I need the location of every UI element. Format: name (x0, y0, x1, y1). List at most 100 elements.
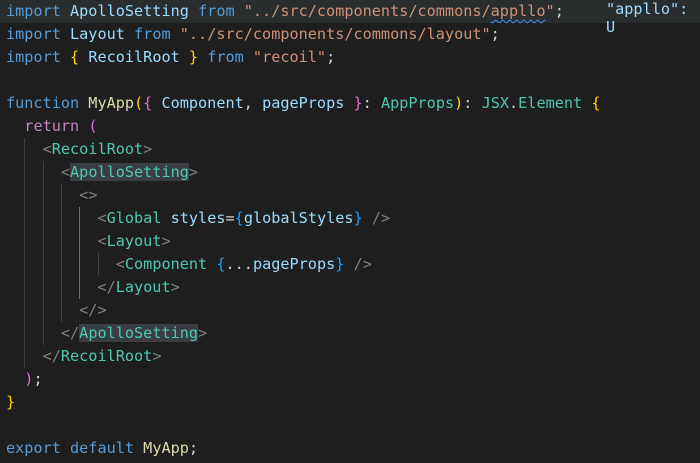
code-token: "recoil" (252, 48, 327, 66)
code-token: JSX (481, 94, 509, 112)
code-line[interactable]: <Component {...pageProps} /> (0, 253, 700, 276)
code-line[interactable]: return ( (0, 115, 700, 138)
inline-error-hint-text: "appllo": U (606, 0, 689, 36)
code-line[interactable]: <> (0, 184, 700, 207)
code-token: : (463, 94, 482, 112)
code-line[interactable]: <Layout> (0, 230, 700, 253)
code-token: MyApp (88, 94, 135, 112)
code-token: > (188, 163, 199, 181)
code-token: ) (454, 94, 464, 112)
code-token: Layout (106, 232, 162, 250)
code-token: < (60, 163, 71, 181)
code-token: ApolloSetting (79, 324, 199, 342)
code-token: </ (60, 324, 80, 342)
code-token: } (6, 393, 16, 411)
code-token: function (6, 94, 89, 112)
code-token: /> (371, 209, 391, 227)
code-token: import (6, 2, 71, 20)
code-line[interactable]: </ApolloSetting> (0, 322, 700, 345)
code-line[interactable]: } (0, 391, 700, 414)
code-token: ; (188, 439, 199, 457)
code-token: > (198, 324, 208, 342)
code-token: /> (353, 255, 372, 273)
code-token: Component (161, 94, 244, 112)
code-token: < (42, 140, 52, 158)
code-editor[interactable]: import ApolloSetting from "../src/compon… (0, 0, 700, 463)
code-line[interactable] (0, 414, 700, 437)
code-line[interactable]: </RecoilRoot> (0, 345, 700, 368)
code-line[interactable] (0, 69, 700, 92)
code-line[interactable]: import ApolloSetting from "../src/compon… (0, 0, 700, 23)
code-line[interactable]: <Global styles={globalStyles} /> (0, 207, 700, 230)
code-line[interactable]: export default MyApp; (0, 437, 700, 460)
code-token: ... (225, 255, 253, 273)
code-token: ApolloSetting (70, 163, 189, 181)
code-token: , (243, 94, 263, 112)
code-token: ; (326, 48, 336, 66)
code-token: < (115, 255, 125, 273)
code-token: = (225, 209, 235, 227)
code-token: { (591, 94, 601, 112)
code-line[interactable]: ); (0, 368, 700, 391)
code-token: from (124, 25, 180, 43)
code-line[interactable]: import Layout from "../src/components/co… (0, 23, 700, 46)
code-token: ( (134, 94, 144, 112)
code-token: > (161, 232, 171, 250)
code-token: Element (518, 94, 583, 112)
code-token: export (6, 439, 71, 457)
code-token: Layout (70, 25, 125, 43)
code-token: ; (490, 25, 500, 43)
code-token: from (198, 48, 253, 66)
inline-error-hint: "appllo": U (606, 0, 700, 36)
code-token: default (70, 439, 144, 457)
code-token: AppProps (380, 94, 455, 112)
code-token: } (344, 94, 363, 112)
code-line[interactable]: </Layout> (0, 276, 700, 299)
code-line[interactable]: function MyApp({ Component, pageProps }:… (0, 92, 700, 115)
code-token: } (179, 48, 199, 66)
code-line[interactable]: import { RecoilRoot } from "recoil"; (0, 46, 700, 69)
code-token: import (6, 48, 71, 66)
code-token: appllo (490, 2, 546, 20)
code-token: pageProps (262, 94, 345, 112)
code-token: import (6, 25, 71, 43)
code-token: MyApp (143, 439, 189, 457)
code-token: . (509, 94, 519, 112)
code-token: RecoilRoot (60, 347, 153, 365)
code-token: { (70, 48, 89, 66)
code-token: ( (88, 117, 98, 135)
code-line[interactable]: </> (0, 299, 700, 322)
code-line[interactable]: <ApolloSetting> (0, 161, 700, 184)
code-token: " (545, 2, 555, 20)
code-token: ; (554, 2, 564, 20)
code-token: { (143, 94, 162, 112)
code-token: < (97, 209, 107, 227)
code-token: Layout (115, 278, 171, 296)
code-token: RecoilRoot (88, 48, 180, 66)
code-token: "../src/components/commons/ (243, 2, 491, 20)
code-token: RecoilRoot (51, 140, 144, 158)
code-token: > (143, 140, 153, 158)
code-token: Component (124, 255, 208, 273)
code-token: styles (170, 209, 226, 227)
code-token: "../src/components/commons/layout" (179, 25, 491, 43)
code-token: > (170, 278, 180, 296)
code-token: </ (97, 278, 116, 296)
code-token: { (234, 209, 244, 227)
code-line[interactable]: <RecoilRoot> (0, 138, 700, 161)
